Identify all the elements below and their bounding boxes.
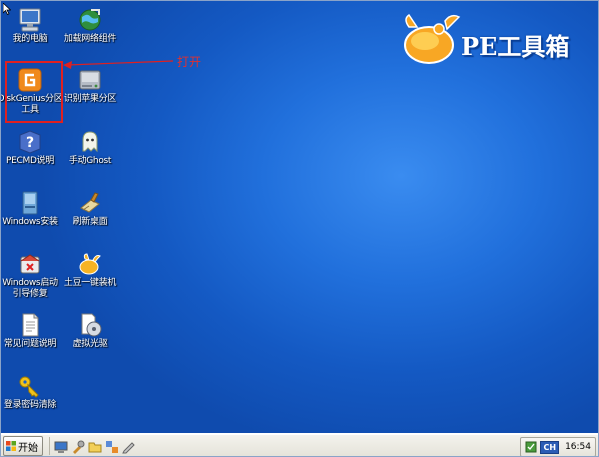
desktop-icon-label: 常见问题说明 [3,339,57,349]
windows-install-icon [22,191,38,215]
desktop-icon-label: PECMD说明 [6,156,54,166]
taskbar: 开始 CH 16:54 [1,433,598,457]
quick-launch-folder-icon[interactable] [88,439,102,453]
start-label: 开始 [18,442,38,454]
desktop-icon-boot-repair[interactable]: Windows启动 引导修复 [1,251,63,300]
desktop-icon-my-computer[interactable]: 我的电脑 [1,7,63,45]
language-indicator[interactable]: CH [540,440,560,454]
desktop-icon-faq[interactable]: 常见问题说明 [1,312,63,350]
svg-text:?: ? [26,135,34,151]
desktop-icon-label: 土豆一键装机 [63,278,117,288]
start-button[interactable]: 开始 [3,436,43,456]
ghost-icon [82,131,98,153]
desktop-icon-load-network[interactable]: 加载网络组件 [57,7,123,45]
pe-toolbox-logo: PE工具箱 [399,9,598,71]
computer-icon [19,8,41,32]
desktop-icon-refresh-desktop[interactable]: 刷新桌面 [57,190,123,228]
desktop-icon-label: Windows启动 引导修复 [2,278,58,299]
virtual-drive-icon [81,313,102,337]
logo-title: PE工具箱 [461,32,570,61]
refresh-desktop-icon [80,192,100,213]
desktop-icon-label: 手动Ghost [68,156,112,166]
screen: PE工具箱 我的电脑 加载网络组件 DiskGenius分区 工具 识别苹果分区… [0,0,599,457]
system-tray: CH 16:54 [520,437,596,457]
desktop-icon-password-clear[interactable]: 登录密码清除 [1,373,63,411]
clock[interactable]: 16:54 [565,442,591,452]
key-icon [19,376,39,398]
quick-launch-tools-icon[interactable] [71,439,85,454]
document-icon [22,313,39,337]
logo-mascot-icon [404,13,461,64]
desktop-icon-label: 刷新桌面 [72,217,108,227]
quick-launch-computer-icon[interactable] [54,439,68,453]
desktop-icon-virtual-drive[interactable]: 虚拟光驱 [57,312,123,350]
quick-launch [49,437,136,455]
tray-app-icon[interactable] [525,438,537,457]
desktop-icon-label: 虚拟光驱 [72,339,108,349]
desktop-icon-manual-ghost[interactable]: 手动Ghost [57,129,123,167]
annotation-text: 打开 [177,55,202,69]
desktop-icon-label: 我的电脑 [12,34,48,44]
desktop-icon-windows-install[interactable]: Windows安装 [1,190,63,228]
boot-repair-icon [20,254,40,274]
desktop-icon-label: 加载网络组件 [63,34,117,44]
desktop[interactable]: PE工具箱 我的电脑 加载网络组件 DiskGenius分区 工具 识别苹果分区… [1,1,598,433]
desktop-icon-potato-install[interactable]: 土豆一键装机 [57,251,123,289]
desktop-icon-label: 登录密码清除 [3,400,57,410]
quick-launch-network-icon[interactable] [105,439,119,453]
quick-launch-pen-icon[interactable] [122,439,136,454]
desktop-icon-pecmd-help[interactable]: ? PECMD说明 [1,129,63,167]
desktop-icon-label: Windows安装 [2,217,58,227]
desktop-icon-label: 识别苹果分区 [63,94,117,104]
annotation-arrow-icon [63,60,174,69]
potato-install-icon [79,253,101,275]
windows-logo-icon [6,441,16,451]
help-icon: ? [19,130,41,154]
highlight-box [5,61,63,123]
network-globe-icon [79,9,101,31]
